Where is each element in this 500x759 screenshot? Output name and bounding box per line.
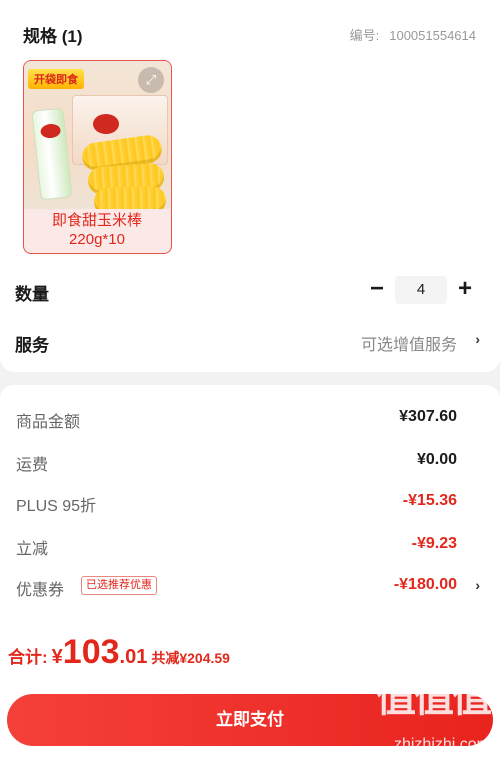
total-integer: 103 (62, 633, 120, 671)
service-label: 服务 (15, 336, 49, 355)
chevron-right-icon[interactable]: › (475, 577, 480, 593)
corn-cob-graphic (93, 185, 167, 209)
zoom-icon[interactable]: ⤢ (138, 67, 164, 93)
coupon-label: 优惠券 (16, 582, 65, 599)
total-currency: ¥ (51, 646, 63, 668)
product-option-card[interactable]: 开袋即食 ⤢ 即食甜玉米棒 220g*10 (23, 60, 172, 254)
product-name-line1: 即食甜玉米棒 (51, 212, 142, 229)
product-name: 即食甜玉米棒 220g*10 (24, 211, 170, 249)
instant-discount-value: -¥9.23 (411, 535, 457, 552)
service-option-link[interactable]: 可选增值服务 (361, 331, 457, 355)
shipping-label: 运费 (16, 457, 49, 474)
total-saving: 共减¥204.59 (151, 650, 230, 666)
product-name-line2: 220g*10 (69, 231, 125, 248)
spec-card: 规格 (1) 编号: 100051554614 开袋即食 ⤢ 即食甜玉米棒 220… (0, 0, 500, 372)
quantity-minus-button[interactable]: − (368, 277, 386, 301)
coupon-recommend-tag[interactable]: 已选推荐优惠 (81, 576, 157, 595)
quantity-input[interactable]: 4 (395, 276, 447, 304)
quantity-label: 数量 (15, 285, 49, 304)
shipping-value: ¥0.00 (416, 451, 457, 468)
plus-discount-value: -¥15.36 (402, 492, 457, 509)
goods-amount-label: 商品金额 (16, 414, 81, 431)
chevron-right-icon[interactable]: › (475, 331, 480, 347)
goods-amount-value: ¥307.60 (399, 408, 457, 425)
brand-logo-icon (93, 114, 119, 134)
sku-label: 编号: (349, 28, 380, 43)
spec-title: 规格 (1) (23, 27, 83, 46)
order-total: 合计: ¥103.01 共减¥204.59 (8, 633, 230, 672)
pay-now-button[interactable]: 立即支付 (7, 694, 493, 746)
product-image: 开袋即食 ⤢ (24, 61, 170, 209)
coupon-value[interactable]: -¥180.00 (394, 576, 457, 594)
brand-logo-icon (39, 123, 62, 140)
total-label: 合计: (8, 648, 48, 667)
quantity-plus-button[interactable]: + (456, 276, 474, 302)
plus-discount-label: PLUS 95折 (16, 498, 97, 515)
sku-value: 100051554614 (389, 28, 476, 43)
instant-discount-label: 立减 (16, 541, 49, 558)
sku-number: 编号: 100051554614 (350, 25, 476, 44)
total-decimal: .01 (119, 646, 148, 668)
product-badge: 开袋即食 (28, 69, 84, 89)
product-pack-graphic (31, 107, 73, 201)
